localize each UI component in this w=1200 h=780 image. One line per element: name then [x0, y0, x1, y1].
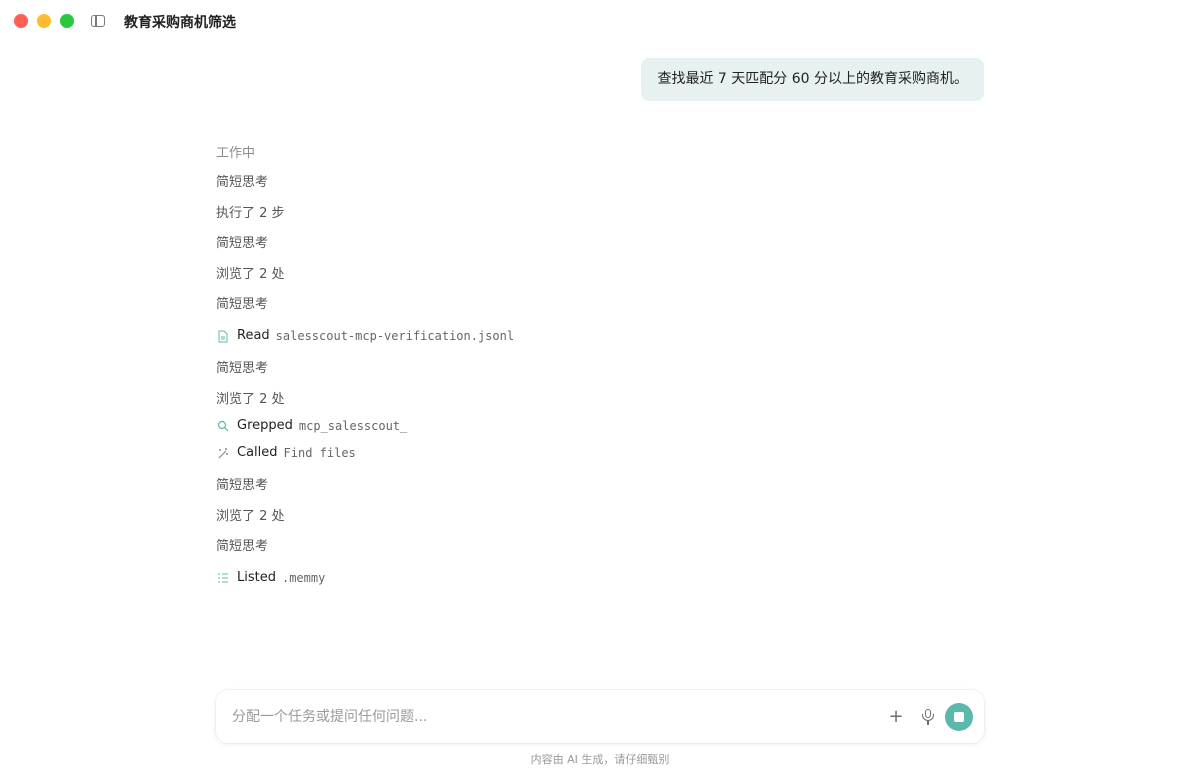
status-text: 工作中: [216, 146, 256, 161]
tool-step-grepped[interactable]: Grepped mcp_salesscout_: [216, 417, 407, 435]
step-brief-thinking[interactable]: 简短思考: [216, 477, 268, 495]
message-composer: +: [216, 690, 984, 743]
tool-verb: Grepped: [237, 418, 293, 433]
step-brief-thinking[interactable]: 简短思考: [216, 296, 268, 314]
user-message-bubble: 查找最近 7 天匹配分 60 分以上的教育采购商机。: [641, 58, 984, 101]
sidebar-toggle-icon[interactable]: [91, 15, 105, 27]
step-brief-thinking[interactable]: 简短思考: [216, 538, 268, 556]
tool-verb: Called: [237, 445, 278, 460]
close-window-button[interactable]: [14, 14, 28, 28]
tool-step-listed[interactable]: Listed .memmy: [216, 569, 325, 587]
list-icon: [216, 572, 229, 585]
microphone-icon[interactable]: [918, 706, 938, 728]
tool-step-called[interactable]: Called Find files: [216, 444, 356, 462]
step-browsed[interactable]: 浏览了 2 处: [216, 391, 285, 409]
app-window: 教育采购商机筛选 查找最近 7 天匹配分 60 分以上的教育采购商机。 工作中 …: [0, 0, 1200, 780]
add-attachment-button[interactable]: +: [886, 707, 906, 727]
ai-disclaimer: 内容由 AI 生成，请仔细甄别: [530, 753, 670, 766]
step-browsed[interactable]: 浏览了 2 处: [216, 508, 285, 526]
wand-icon: [216, 447, 229, 460]
tool-argument: salesscout-mcp-verification.jsonl: [275, 329, 515, 343]
title-bar: 教育采购商机筛选: [0, 0, 1200, 44]
message-input[interactable]: [232, 690, 832, 743]
stop-generation-button[interactable]: [945, 703, 973, 731]
stop-icon: [954, 712, 964, 722]
step-brief-thinking[interactable]: 简短思考: [216, 360, 268, 378]
tool-argument: .memmy: [281, 571, 326, 585]
tool-argument: mcp_salesscout_: [298, 419, 408, 433]
step-brief-thinking[interactable]: 简短思考: [216, 174, 268, 192]
window-title: 教育采购商机筛选: [124, 15, 236, 31]
tool-argument: Find files: [283, 446, 356, 460]
step-executed[interactable]: 执行了 2 步: [216, 205, 285, 223]
minimize-window-button[interactable]: [37, 14, 51, 28]
tool-verb: Listed: [237, 570, 276, 585]
activity-log: 工作中 简短思考 执行了 2 步 简短思考 浏览了 2 处 简短思考 Read …: [216, 144, 514, 585]
zoom-window-button[interactable]: [60, 14, 74, 28]
search-icon: [216, 420, 229, 433]
step-brief-thinking[interactable]: 简短思考: [216, 235, 268, 253]
document-icon: [216, 330, 229, 343]
tool-verb: Read: [237, 328, 270, 343]
tool-step-read[interactable]: Read salesscout-mcp-verification.jsonl: [216, 327, 514, 345]
step-browsed[interactable]: 浏览了 2 处: [216, 266, 285, 284]
